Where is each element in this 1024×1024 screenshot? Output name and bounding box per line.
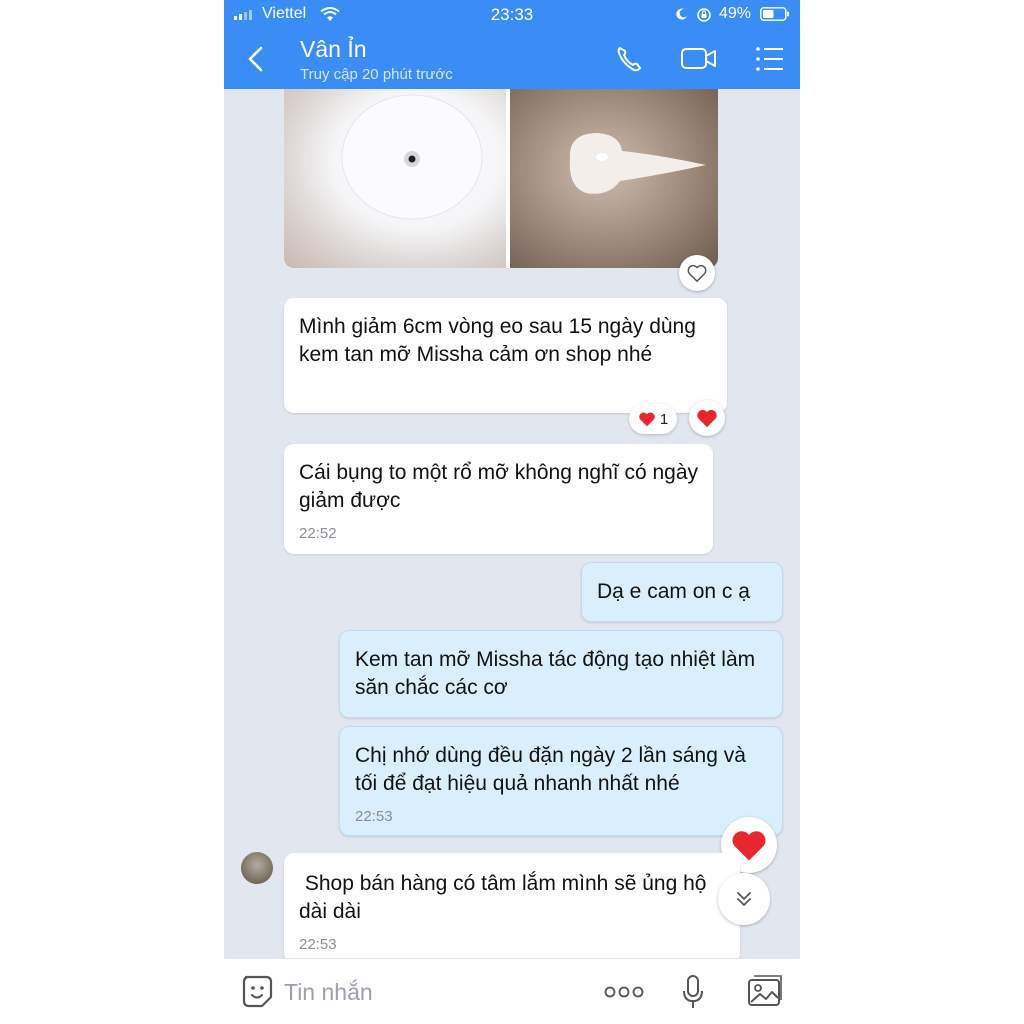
- image-icon: [748, 975, 782, 1006]
- more-dots-icon: [604, 986, 644, 998]
- product-photo[interactable]: [284, 89, 506, 268]
- voice-button[interactable]: [678, 973, 708, 1011]
- back-button[interactable]: [242, 42, 272, 76]
- photo-message[interactable]: [284, 89, 718, 268]
- outgoing-message[interactable]: Kem tan mỡ Missha tác động tạo nhiệt làm…: [339, 630, 783, 718]
- message-time: 22:52: [299, 525, 337, 542]
- message-text: Kem tan mỡ Missha tác động tạo nhiệt làm…: [355, 648, 756, 699]
- sticker-button[interactable]: [240, 973, 276, 1011]
- menu-button[interactable]: [750, 42, 790, 76]
- clock: 23:33: [490, 5, 534, 24]
- message-input[interactable]: [282, 973, 526, 1011]
- call-button[interactable]: [610, 42, 650, 76]
- chevron-double-down-icon: [737, 892, 751, 906]
- sticker-icon: [242, 975, 273, 1008]
- chat-header: Viettel 23:33 49% Vân Ỉn Truy cập 20 phú: [224, 0, 800, 89]
- moon-icon: [676, 8, 687, 20]
- battery-percent: 49%: [719, 5, 752, 22]
- react-button[interactable]: [679, 255, 715, 291]
- microphone-icon: [683, 975, 703, 1008]
- video-camera-icon: [681, 48, 716, 69]
- reaction-count: 1: [659, 410, 669, 428]
- message-text: Mình giảm 6cm vòng eo sau 15 ngày dùng k…: [299, 315, 696, 366]
- scroll-down-button[interactable]: [718, 873, 770, 925]
- outgoing-message[interactable]: Dạ e cam on c ạ: [581, 562, 783, 622]
- react-button[interactable]: [689, 400, 725, 436]
- image-button[interactable]: [746, 973, 784, 1011]
- message-text: Cái bụng to một rổ mỡ không nghĩ có ngày…: [299, 461, 698, 512]
- cream-on-hand-photo[interactable]: [510, 89, 718, 268]
- more-button[interactable]: [602, 973, 646, 1011]
- avatar[interactable]: [241, 852, 273, 884]
- contact-status: Truy cập 20 phút trước: [300, 66, 453, 83]
- heart-icon: [697, 409, 717, 428]
- composer-bar: [224, 958, 800, 1024]
- heart-outline-icon: [687, 264, 707, 282]
- incoming-message[interactable]: Shop bán hàng có tâm lắm mình sẽ ủng hộ …: [284, 853, 740, 963]
- message-time: 22:53: [355, 808, 393, 825]
- message-text: Shop bán hàng có tâm lắm mình sẽ ủng hộ …: [299, 872, 713, 923]
- heart-icon: [639, 412, 655, 427]
- battery-icon: [760, 7, 789, 21]
- incoming-message[interactable]: Mình giảm 6cm vòng eo sau 15 ngày dùng k…: [284, 298, 727, 413]
- tube-cap-shape: [341, 94, 483, 220]
- rotation-lock-icon: [697, 8, 711, 22]
- contact-name[interactable]: Vân Ỉn: [300, 36, 367, 63]
- message-time: 22:53: [299, 936, 337, 953]
- list-menu-icon: [756, 47, 783, 71]
- video-call-button[interactable]: [678, 42, 718, 76]
- message-text: Dạ e cam on c ạ: [597, 580, 750, 603]
- reaction-summary[interactable]: 1: [629, 404, 677, 434]
- outgoing-message[interactable]: Chị nhớ dùng đều đặn ngày 2 lần sáng và …: [339, 726, 783, 836]
- incoming-message[interactable]: Cái bụng to một rổ mỡ không nghĩ có ngày…: [284, 444, 713, 554]
- message-text: Chị nhớ dùng đều đặn ngày 2 lần sáng và …: [355, 744, 746, 795]
- cream-blob-shape: [569, 133, 706, 194]
- back-arrow-icon: [248, 46, 263, 72]
- chat-screen: Viettel 23:33 49% Vân Ỉn Truy cập 20 phú: [224, 0, 800, 1024]
- phone-icon: [617, 47, 641, 72]
